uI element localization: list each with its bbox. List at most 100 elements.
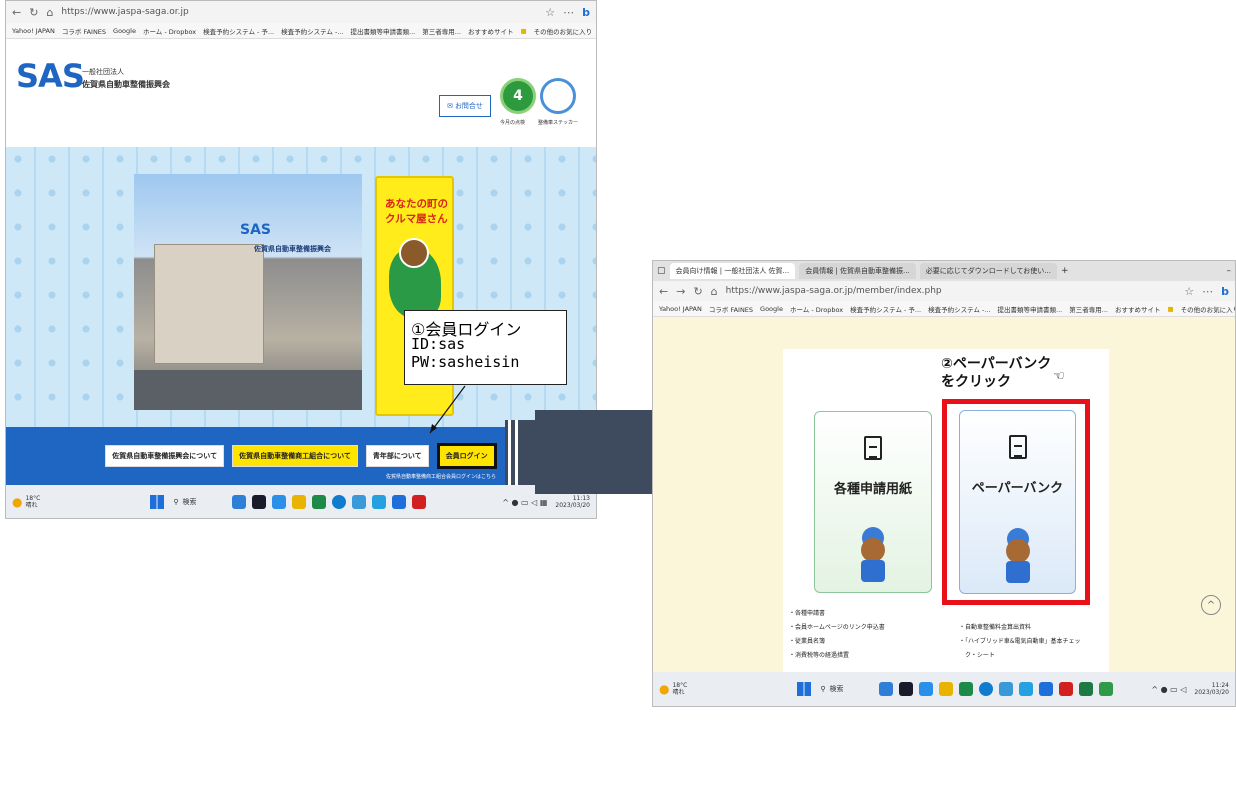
nav-about-union[interactable]: 佐賀県自動車整備商工組合について (232, 445, 358, 467)
bookmark-item[interactable]: Google (760, 305, 783, 313)
taskbar-app-icon[interactable] (999, 682, 1014, 696)
paperbank-list-item[interactable]: ・「ハイブリッド車&電気自動車」基本チェッ (959, 635, 1109, 649)
taskbar-app-icon[interactable] (352, 495, 367, 509)
bookmark-item[interactable]: 第三者専用... (422, 26, 461, 36)
taskbar-app-icon[interactable] (312, 495, 327, 509)
forward-icon[interactable]: → (676, 285, 685, 298)
tab-member-info[interactable]: 会員向け情報 | 一般社団法人 佐賀... (669, 263, 796, 279)
bookmark-item[interactable]: 検査予約システム - 予... (850, 304, 921, 314)
forms-list-item[interactable]: ・会員ホームページのリンク申込書 (789, 621, 939, 635)
window-menu-icon[interactable]: ▢ (657, 266, 666, 276)
tab-bar: ▢ 会員向け情報 | 一般社団法人 佐賀... 会員情報 | 佐賀県自動車整備振… (653, 261, 1235, 281)
bookmark-item[interactable]: 検査予約システム - 予... (203, 26, 274, 36)
bookmark-item[interactable]: Google (113, 27, 136, 35)
home-icon[interactable]: ⌂ (711, 285, 718, 298)
taskbar-app-icon[interactable] (1039, 682, 1054, 696)
taskbar-pdf-icon[interactable] (412, 495, 427, 509)
bookmark-item[interactable]: おすすめサイト (468, 26, 514, 36)
taskbar-search-icon[interactable]: ⚲ (820, 685, 825, 693)
taskbar-search-label[interactable]: 検索 (182, 497, 222, 507)
taskbar-clock[interactable]: 11:13 2023/03/20 (555, 495, 590, 509)
bookmark-item[interactable]: 提出書類等申請書類... (998, 304, 1063, 314)
weather-sun-icon[interactable]: ● (659, 682, 669, 696)
taskbar-excel-icon[interactable] (1079, 682, 1094, 696)
taskbar-app-icon[interactable] (879, 682, 894, 696)
nav-about-association[interactable]: 佐賀県自動車整備振興会について (105, 445, 225, 467)
bookmark-item[interactable]: その他のお気に入り (1181, 304, 1235, 314)
paperbank-list-item[interactable]: ク・シート (959, 649, 1109, 663)
bookmark-item[interactable]: 検査予約システム -... (281, 26, 343, 36)
scroll-top-icon[interactable]: ^ (1201, 595, 1221, 615)
contact-button[interactable]: ✉ お問合せ (439, 95, 491, 117)
tray-icons[interactable]: ^ ● ▭ ◁ (1151, 685, 1186, 694)
bookmark-item[interactable]: コラボ FAINES (709, 304, 753, 314)
taskbar-app-icon[interactable] (1099, 682, 1114, 696)
taskbar-app-icon[interactable] (1019, 682, 1034, 696)
taskbar-search-label[interactable]: 検索 (829, 684, 869, 694)
home-icon[interactable]: ⌂ (46, 6, 53, 19)
bookmark-item[interactable]: 提出書類等申請書類... (351, 26, 416, 36)
new-tab-icon[interactable]: + (1061, 266, 1069, 276)
site-logo[interactable]: SAS (16, 57, 85, 95)
taskbar-app-icon[interactable] (252, 495, 267, 509)
taskbar-folder-icon[interactable] (939, 682, 954, 696)
bookmark-item[interactable]: ホーム - Dropbox (143, 26, 196, 36)
favorites-icon[interactable]: ☆ (545, 6, 555, 19)
bing-icon[interactable]: b (1221, 285, 1229, 298)
windows-start-icon[interactable] (797, 682, 812, 696)
taskbar: ● 18°C 晴れ ⚲ 検索 ^ ● ▭ ◁ 11:24 2023/03/20 (653, 672, 1235, 706)
tab-download[interactable]: 必要に応じてダウンロードしてお使い... (919, 263, 1057, 279)
favorites-icon[interactable]: ☆ (1184, 285, 1194, 298)
back-icon[interactable]: ← (659, 285, 668, 298)
bookmark-item[interactable]: Yahoo! JAPAN (659, 305, 702, 313)
taskbar-app-icon[interactable] (272, 495, 287, 509)
taskbar-app-icon[interactable] (899, 682, 914, 696)
paperbank-list-item[interactable]: ・自動車整備料金算出資料 (959, 621, 1109, 635)
tray-icons[interactable]: ^ ● ▭ ◁ ▦ (502, 498, 547, 507)
bookmark-item[interactable]: ホーム - Dropbox (790, 304, 843, 314)
taskbar-app-icon[interactable] (392, 495, 407, 509)
weather-sun-icon[interactable]: ● (12, 495, 22, 509)
forms-list-item[interactable]: ・従業員名簿 (789, 635, 939, 649)
bookmark-item[interactable]: おすすめサイト (1115, 304, 1161, 314)
bookmark-item[interactable]: コラボ FAINES (62, 26, 106, 36)
windows-start-icon[interactable] (150, 495, 165, 509)
weather-widget[interactable]: 18°C 晴れ (672, 682, 687, 696)
taskbar-edge-icon[interactable] (979, 682, 994, 696)
taskbar-edge-icon[interactable] (332, 495, 347, 509)
taskbar-pdf-icon[interactable] (1059, 682, 1074, 696)
inspection-month-badge[interactable]: 4 (500, 78, 536, 114)
taskbar-app-icon[interactable] (919, 682, 934, 696)
refresh-icon[interactable]: ↻ (29, 6, 38, 19)
nav-subtext[interactable]: 佐賀県自動車整備商工組合会員ログインはこちら (386, 473, 496, 480)
forms-list-item[interactable]: ・消費税等の経過措置 (789, 649, 939, 663)
bookmark-item[interactable]: その他のお気に入り (534, 26, 593, 36)
more-icon[interactable]: ⋯ (563, 6, 574, 19)
minimize-icon[interactable]: – (1227, 266, 1232, 276)
mascot-badge-icon[interactable] (540, 78, 576, 114)
weather-widget[interactable]: 18°C 晴れ (25, 495, 40, 509)
bookmark-item[interactable]: 第三者専用... (1069, 304, 1108, 314)
refresh-icon[interactable]: ↻ (693, 285, 702, 298)
forms-list-item[interactable]: ・各種申請書 (789, 607, 939, 621)
bookmark-item[interactable]: Yahoo! JAPAN (12, 27, 55, 35)
nav-member-login[interactable]: 会員ログイン (436, 443, 497, 469)
nav-youth-division[interactable]: 青年部について (365, 445, 429, 467)
mail-icon: ✉ (447, 102, 453, 110)
taskbar-clock[interactable]: 11:24 2023/03/20 (1194, 682, 1229, 696)
url-field[interactable]: https://www.jaspa-saga.or.jp (61, 7, 537, 17)
bookmark-item[interactable]: 検査予約システム -... (928, 304, 990, 314)
taskbar-search-icon[interactable]: ⚲ (173, 498, 178, 506)
back-icon[interactable]: ← (12, 6, 21, 19)
tab-member-page[interactable]: 会員情報 | 佐賀県自動車整備振... (799, 263, 916, 279)
bing-icon[interactable]: b (582, 6, 590, 19)
taskbar-app-icon[interactable] (372, 495, 387, 509)
card-application-forms[interactable]: 各種申請用紙 (814, 411, 932, 593)
contact-button-label: お問合せ (454, 102, 483, 110)
url-field[interactable]: https://www.jaspa-saga.or.jp/member/inde… (726, 286, 1177, 296)
taskbar-app-icon[interactable] (232, 495, 247, 509)
taskbar-folder-icon[interactable] (292, 495, 307, 509)
more-icon[interactable]: ⋯ (1202, 285, 1213, 298)
building-logo-text: SAS (240, 222, 272, 238)
taskbar-app-icon[interactable] (959, 682, 974, 696)
